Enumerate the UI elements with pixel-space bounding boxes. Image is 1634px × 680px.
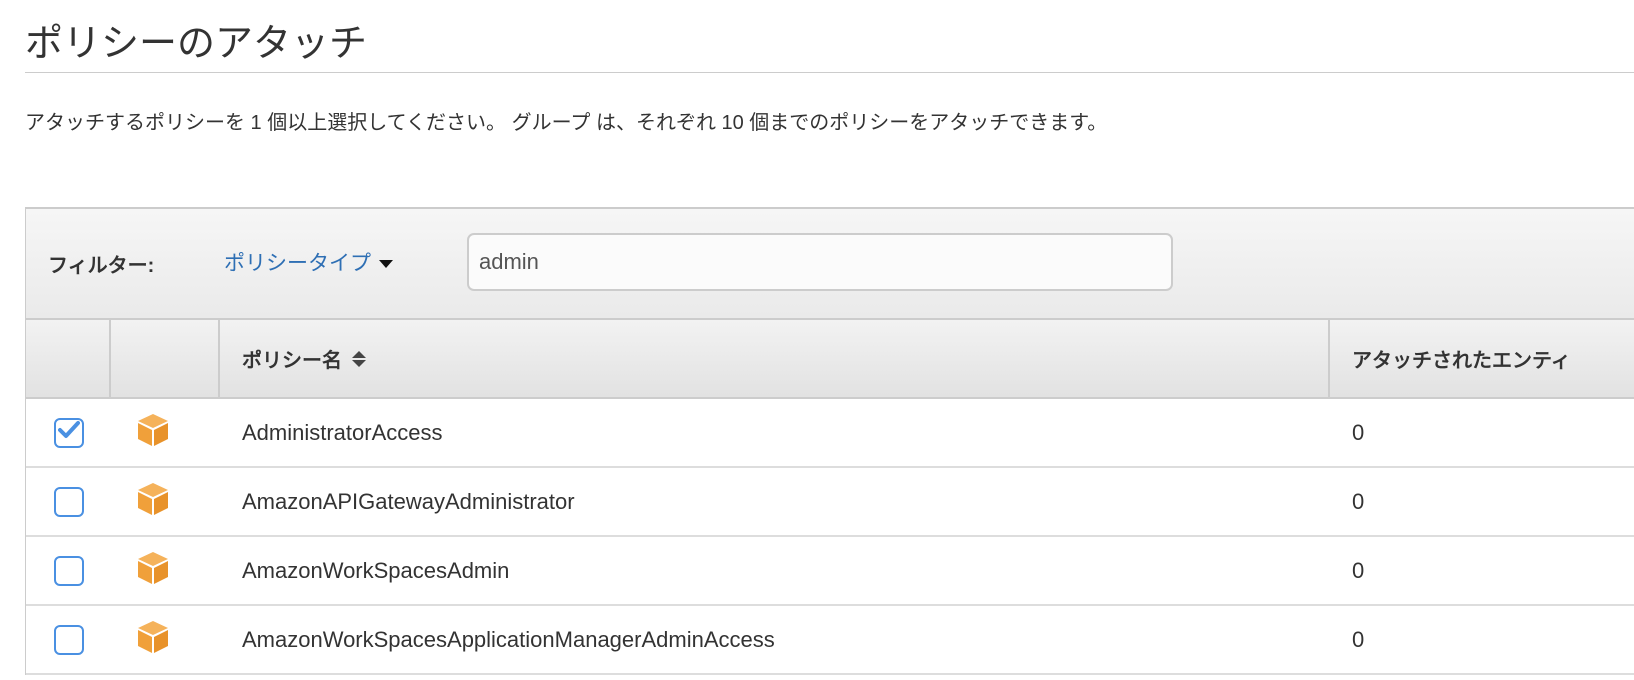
header-attached-entities[interactable]: アタッチされたエンティ <box>1330 320 1634 397</box>
table-row[interactable]: AmazonWorkSpacesAdmin 0 <box>26 537 1634 606</box>
attached-entities-count: 0 <box>1352 557 1365 583</box>
row-checkbox[interactable] <box>53 417 84 448</box>
filter-bar: フィルター: ポリシータイプ <box>26 207 1634 318</box>
policy-name[interactable]: AmazonWorkSpacesAdmin <box>220 537 1330 604</box>
row-checkbox[interactable] <box>53 624 84 655</box>
header-policy-name[interactable]: ポリシー名 <box>220 320 1330 397</box>
page-description: アタッチするポリシーを 1 個以上選択してください。 グループ は、それぞれ 1… <box>25 112 1108 134</box>
aws-managed-policy-icon <box>136 412 170 454</box>
policy-type-dropdown[interactable]: ポリシータイプ <box>224 247 393 277</box>
sort-icon[interactable] <box>352 350 366 367</box>
filter-label: フィルター: <box>48 255 155 277</box>
policy-name[interactable]: AmazonAPIGatewayAdministrator <box>220 468 1330 535</box>
row-select-cell <box>26 468 111 535</box>
policy-name[interactable]: AdministratorAccess <box>220 399 1330 466</box>
table-header: ポリシー名 アタッチされたエンティ <box>26 318 1634 399</box>
row-icon-cell <box>111 399 220 466</box>
policy-table: フィルター: ポリシータイプ ポリシー名 アタッチされたエンティ Adminis… <box>25 207 1634 675</box>
header-attached-entities-label: アタッチされたエンティ <box>1352 350 1571 372</box>
header-icon-col <box>111 320 220 397</box>
table-row[interactable]: AmazonWorkSpacesApplicationManagerAdminA… <box>26 606 1634 675</box>
row-checkbox[interactable] <box>53 555 84 586</box>
aws-managed-policy-icon <box>136 481 170 523</box>
page-title: ポリシーのアタッチ <box>25 23 368 65</box>
row-icon-cell <box>111 468 220 535</box>
attached-entities-count: 0 <box>1352 488 1365 514</box>
attached-entities-count: 0 <box>1352 419 1365 445</box>
row-icon-cell <box>111 537 220 604</box>
row-select-cell <box>26 399 111 466</box>
policy-name[interactable]: AmazonWorkSpacesApplicationManagerAdminA… <box>220 606 1330 673</box>
caret-down-icon <box>379 260 393 269</box>
filter-search-input[interactable] <box>467 233 1173 291</box>
row-select-cell <box>26 537 111 604</box>
header-policy-name-label: ポリシー名 <box>242 350 342 372</box>
policy-type-label: ポリシータイプ <box>224 252 371 275</box>
aws-managed-policy-icon <box>136 619 170 661</box>
aws-managed-policy-icon <box>136 550 170 592</box>
attached-entities-count: 0 <box>1352 626 1365 652</box>
row-checkbox[interactable] <box>53 486 84 517</box>
table-row[interactable]: AmazonAPIGatewayAdministrator 0 <box>26 468 1634 537</box>
table-body: AdministratorAccess 0 AmazonAPIGatewayAd… <box>26 399 1634 675</box>
table-row[interactable]: AdministratorAccess 0 <box>26 399 1634 468</box>
checkmark-icon <box>57 420 80 446</box>
header-checkbox-col <box>26 320 111 397</box>
row-icon-cell <box>111 606 220 673</box>
row-select-cell <box>26 606 111 673</box>
title-divider <box>25 72 1634 73</box>
